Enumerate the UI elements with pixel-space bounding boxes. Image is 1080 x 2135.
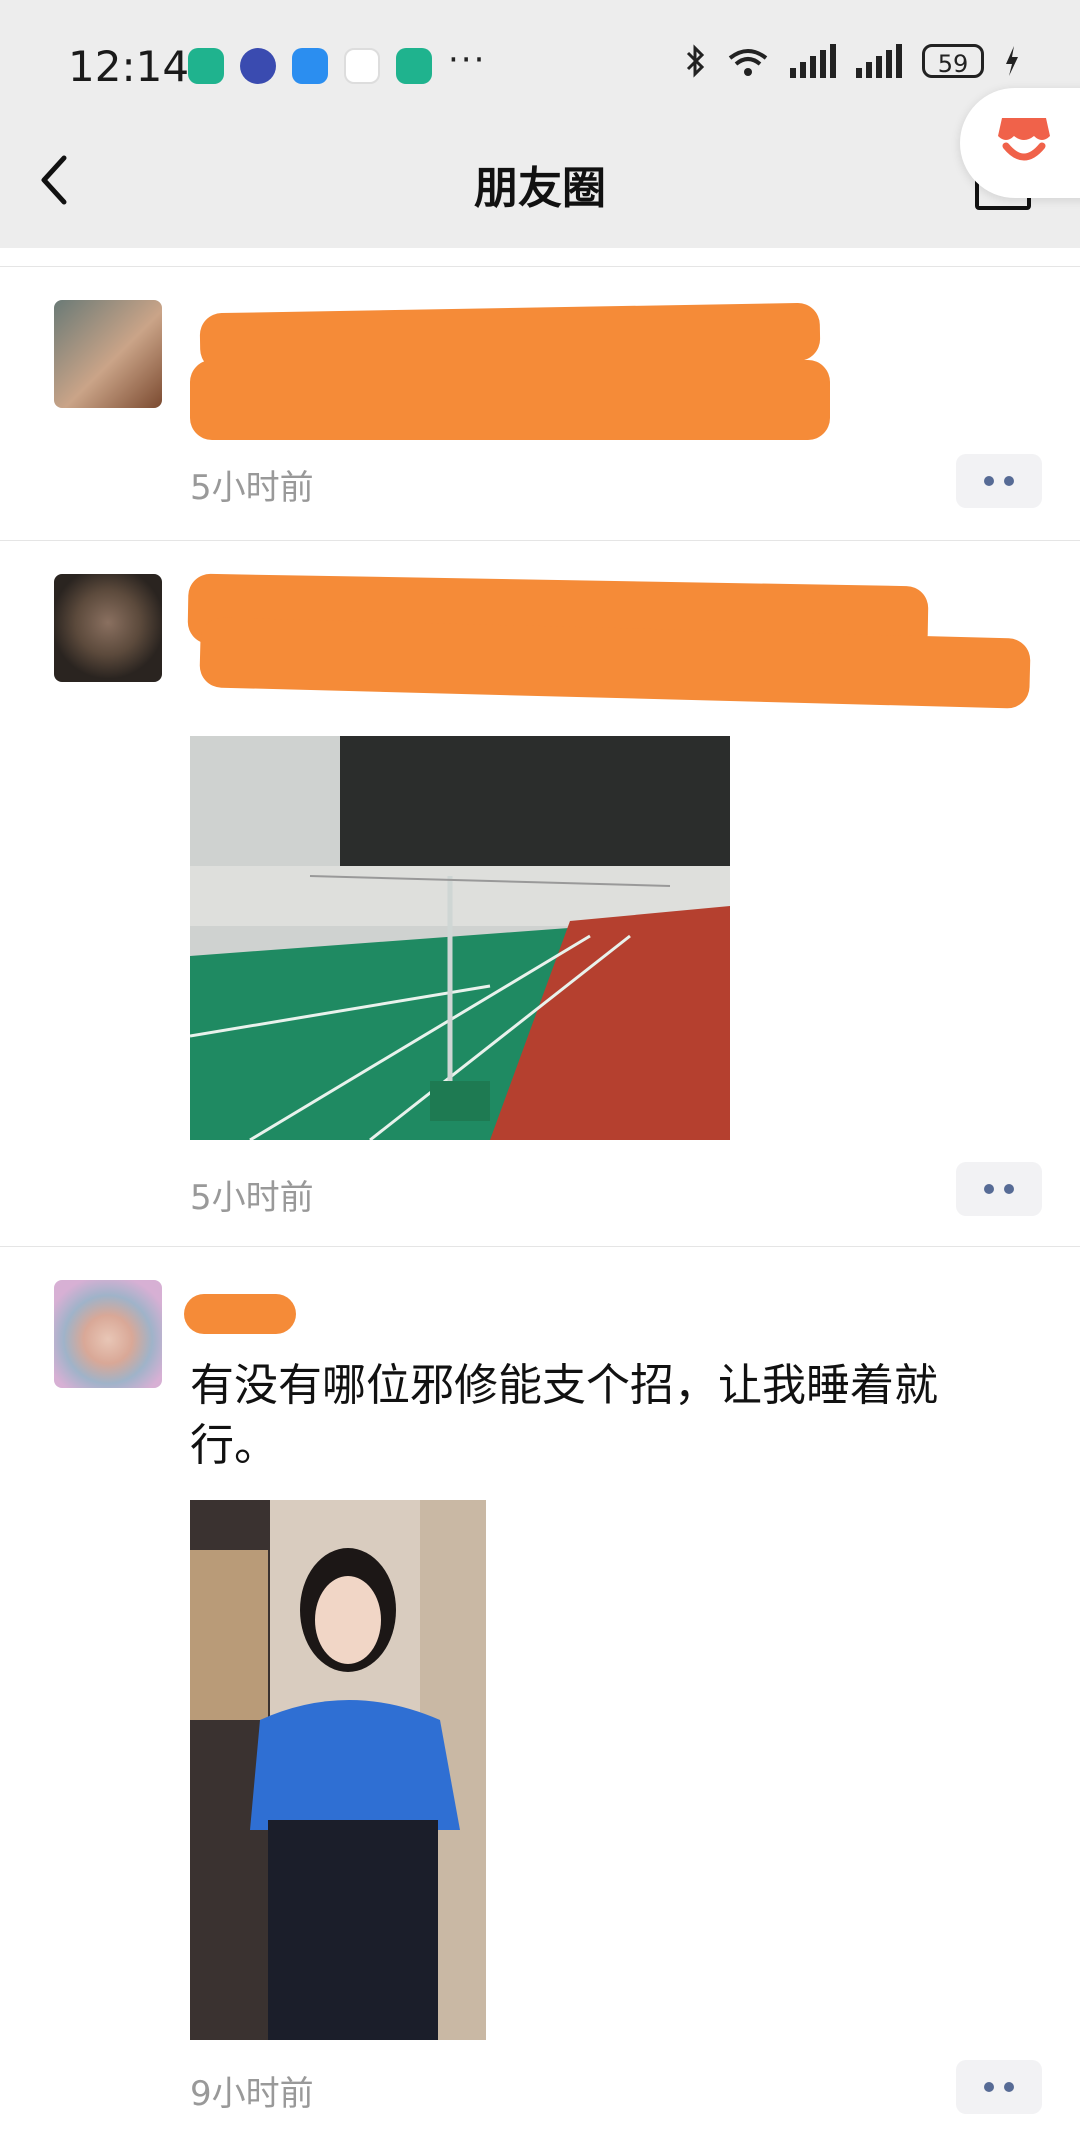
app-icon [396,48,432,84]
redacted-name [184,1294,296,1334]
bluetooth-icon [686,44,705,78]
dot-icon [1004,476,1014,486]
post-time: 9小时前 [190,2074,314,2114]
app-icon [344,48,380,84]
avatar[interactable] [54,1280,162,1388]
more-notifications-icon: ··· [448,40,487,80]
post-photo-badminton-court[interactable] [190,736,730,1140]
dot-icon [984,2082,994,2092]
avatar[interactable] [54,574,162,682]
title-bar: 12:14 ··· 59 朋友圈 [0,0,1080,248]
shop-icon [998,118,1050,161]
divider [0,1246,1080,1247]
post-time: 5小时前 [190,468,314,508]
more-actions-button[interactable] [956,454,1042,508]
post-text: 有没有哪位邪修能支个招，让我睡着就行。 [190,1360,938,1471]
avatar[interactable] [54,300,162,408]
app-icon [240,48,276,84]
dot-icon [984,476,994,486]
divider [0,540,1080,541]
status-app-icons [188,48,432,84]
dot-icon [984,1184,994,1194]
wifi-icon [728,49,768,76]
app-icon [188,48,224,84]
signal-icon [856,44,902,78]
app-icon [292,48,328,84]
redacted-text [190,360,830,440]
status-indicators: 59 [684,44,1020,78]
dot-icon [1004,2082,1014,2092]
page-title: 朋友圈 [474,163,606,214]
badminton-court-image [190,736,730,1140]
status-time: 12:14 [68,42,190,91]
floating-shop-button[interactable] [960,88,1080,198]
more-actions-button[interactable] [956,1162,1042,1216]
post-photo-video-thumbnail[interactable] [190,1500,486,2040]
battery-icon: 59 [922,44,984,78]
signal-icon [790,44,836,78]
dot-icon [1004,1184,1014,1194]
divider [0,266,1080,267]
more-actions-button[interactable] [956,2060,1042,2114]
charging-icon [1006,46,1018,76]
woman-blue-shirt-image [190,1500,486,2040]
post-time: 5小时前 [190,1178,314,1218]
